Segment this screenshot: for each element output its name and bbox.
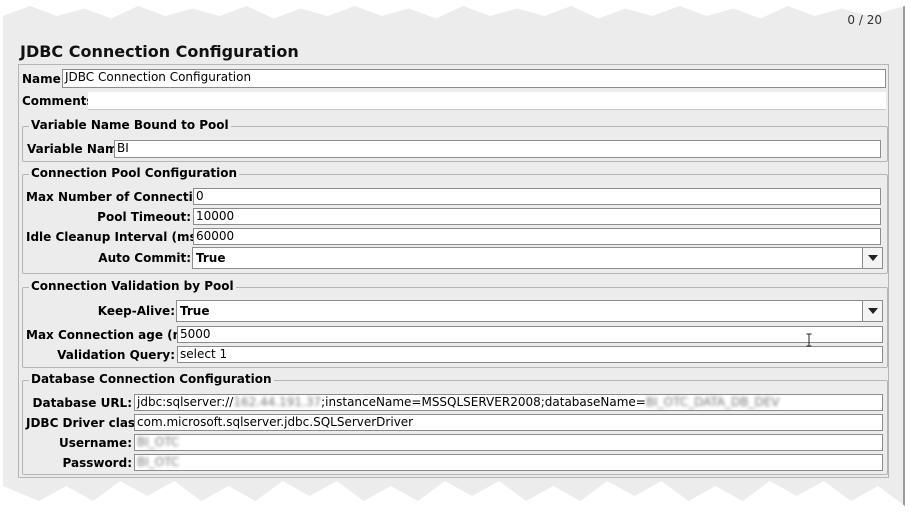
db-url-prefix: jdbc:sqlserver://: [137, 395, 234, 409]
page-title: JDBC Connection Configuration: [20, 42, 299, 61]
max-age-label: Max Connection age (ms):: [26, 327, 203, 342]
validation-query-field[interactable]: select 1: [177, 346, 883, 363]
auto-commit-select[interactable]: True: [192, 247, 883, 269]
idle-cleanup-row: Idle Cleanup Interval (ms): 60000: [26, 228, 881, 245]
variable-name-label: Variable Name:: [27, 142, 131, 156]
comments-label: Comments:: [22, 94, 99, 108]
max-age-row: Max Connection age (ms): 5000: [26, 326, 883, 343]
auto-commit-value: True: [196, 251, 226, 265]
db-url-host: 162.44.191.37: [233, 395, 322, 409]
max-connections-row: Max Number of Connections: 0: [26, 188, 881, 205]
pool-timeout-field[interactable]: 10000: [193, 208, 881, 225]
password-value: BI_OTC: [137, 455, 180, 469]
counter-label: 0 / 20: [847, 13, 882, 27]
driver-class-field[interactable]: com.microsoft.sqlserver.jdbc.SQLServerDr…: [134, 414, 883, 431]
variable-group-title: Variable Name Bound to Pool: [29, 118, 231, 132]
name-field[interactable]: JDBC Connection Configuration: [62, 69, 886, 88]
password-label: Password:: [62, 455, 133, 470]
username-row: Username: BI_OTC: [26, 434, 883, 451]
idle-cleanup-field[interactable]: 60000: [193, 228, 881, 245]
db-group-title: Database Connection Configuration: [29, 372, 274, 386]
db-url-row: Database URL: jdbc:sqlserver://162.44.19…: [26, 394, 883, 411]
validation-query-label: Validation Query:: [57, 347, 175, 362]
validation-query-row: Validation Query: select 1: [26, 346, 883, 363]
max-age-field[interactable]: 5000: [177, 326, 883, 343]
password-row: Password: BI_OTC: [26, 454, 883, 471]
username-value: BI_OTC: [137, 435, 180, 449]
idle-cleanup-label: Idle Cleanup Interval (ms):: [26, 229, 207, 244]
pool-timeout-row: Pool Timeout: 10000: [26, 208, 881, 225]
comments-row: Comments:: [22, 92, 886, 110]
validation-group-title: Connection Validation by Pool: [29, 279, 236, 293]
keep-alive-value: True: [180, 304, 210, 318]
driver-class-label: JDBC Driver class:: [26, 415, 148, 430]
variable-name-field[interactable]: BI: [114, 140, 881, 158]
max-connections-label: Max Number of Connections:: [26, 189, 222, 204]
password-field[interactable]: BI_OTC: [134, 454, 883, 471]
driver-class-row: JDBC Driver class: com.microsoft.sqlserv…: [26, 414, 883, 431]
pool-timeout-label: Pool Timeout:: [97, 209, 191, 224]
db-url-label: Database URL:: [32, 395, 132, 410]
auto-commit-label: Auto Commit:: [98, 251, 191, 265]
name-label: Name:: [22, 71, 66, 86]
chevron-down-icon[interactable]: [862, 248, 882, 268]
db-url-middle: ;instanceName=MSSQLSERVER2008;databaseNa…: [321, 395, 646, 409]
auto-commit-row: Auto Commit: True: [26, 247, 883, 269]
pool-group-title: Connection Pool Configuration: [29, 166, 240, 180]
text-cursor-icon: [806, 333, 812, 347]
variable-name-row: Variable Name: BI: [27, 140, 881, 158]
name-row: Name: JDBC Connection Configuration: [22, 69, 886, 88]
db-url-field[interactable]: jdbc:sqlserver://162.44.191.37;instanceN…: [134, 394, 883, 411]
username-field[interactable]: BI_OTC: [134, 434, 883, 451]
comments-field[interactable]: [88, 92, 886, 110]
username-label: Username:: [58, 435, 132, 450]
keep-alive-row: Keep-Alive: True: [26, 300, 883, 322]
max-connections-field[interactable]: 0: [193, 188, 881, 205]
keep-alive-select[interactable]: True: [176, 300, 883, 322]
db-url-database: BI_OTC_DATA_DB_DEV: [645, 395, 780, 409]
keep-alive-label: Keep-Alive:: [97, 304, 175, 318]
chevron-down-icon[interactable]: [862, 301, 882, 321]
